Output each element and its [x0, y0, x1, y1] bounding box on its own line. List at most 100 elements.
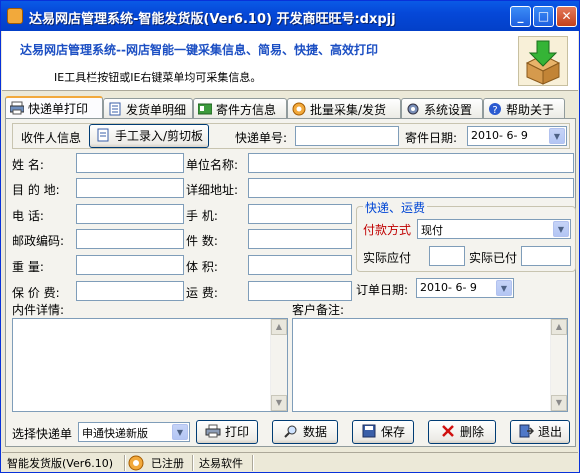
tab-express-print[interactable]: 快递单打印 [5, 96, 103, 118]
delete-button[interactable]: 删除 [428, 420, 496, 444]
freight-input[interactable] [248, 281, 352, 301]
exit-label: 退出 [537, 425, 562, 439]
tab-label: 系统设置 [424, 103, 473, 117]
status-company: 达易软件 [199, 457, 243, 470]
actual-due-label: 实际应付 [363, 251, 412, 265]
tab-label: 批量采集/发货 [310, 103, 387, 117]
ship-date-picker[interactable]: 2010- 6- 9 ▼ [467, 126, 567, 146]
contents-textarea[interactable]: ▲ ▼ [12, 318, 288, 412]
recipient-info-label: 收件人信息 [21, 131, 82, 145]
order-date-value: 2010- 6- 9 [420, 281, 477, 294]
tab-strip: 快递单打印 发货单明细 寄件方信息 批量采集/发货 系统设置 ? 帮助关于 [5, 96, 575, 118]
data-label: 数据 [302, 425, 327, 439]
contents-label: 内件详情: [12, 303, 65, 317]
weight-input[interactable] [76, 255, 184, 275]
chevron-down-icon[interactable]: ▼ [553, 221, 569, 237]
app-icon [7, 8, 23, 24]
tab-label: 寄件方信息 [216, 103, 277, 117]
print-label: 打印 [224, 425, 249, 439]
recipient-toolbar: 收件人信息 手工录入/剪切板 快递单号: 寄件日期: 2010- 6- 9 ▼ [12, 123, 570, 149]
status-version: 智能发货版(Ver6.10) [7, 457, 114, 470]
order-date-picker[interactable]: 2010- 6- 9 ▼ [416, 278, 514, 298]
save-button[interactable]: 保存 [352, 420, 414, 444]
remarks-textarea[interactable]: ▲ ▼ [292, 318, 568, 412]
payment-method-select[interactable]: 现付 ▼ [417, 219, 571, 239]
chevron-down-icon[interactable]: ▼ [172, 424, 188, 440]
save-label: 保存 [380, 425, 405, 439]
courier-select[interactable]: 申通快递新版 ▼ [78, 422, 190, 442]
status-separator [192, 455, 194, 471]
address-label: 详细地址: [186, 183, 239, 197]
tab-system-settings[interactable]: 系统设置 [401, 98, 483, 118]
scroll-up-icon[interactable]: ▲ [551, 319, 567, 335]
tracking-no-input[interactable] [295, 126, 399, 146]
scroll-down-icon[interactable]: ▼ [551, 395, 567, 411]
manual-entry-button[interactable]: 手工录入/剪切板 [89, 124, 209, 148]
data-button[interactable]: 数据 [272, 420, 338, 444]
insured-fee-label: 保 价 费: [12, 286, 60, 300]
remarks-scrollbar[interactable]: ▲ ▼ [550, 319, 567, 411]
tab-sender-info[interactable]: 寄件方信息 [193, 98, 287, 118]
phone-label: 电 话: [12, 209, 44, 223]
minimize-button[interactable]: _ [510, 6, 531, 27]
order-date-label: 订单日期: [356, 283, 409, 297]
scroll-down-icon[interactable]: ▼ [271, 395, 287, 411]
header-subtitle: IE工具栏按钮或IE右键菜单均可采集信息。 [54, 71, 262, 84]
freight-label: 运 费: [186, 286, 218, 300]
tab-help-about[interactable]: ? 帮助关于 [483, 98, 565, 118]
mobile-label: 手 机: [186, 209, 218, 223]
ship-date-label: 寄件日期: [405, 131, 458, 145]
search-icon [284, 425, 297, 438]
chevron-down-icon[interactable]: ▼ [496, 280, 512, 296]
header-title: 达易网店管理系统--网店智能一键采集信息、简易、快捷、高效打印 [20, 43, 378, 57]
tab-label: 发货单明细 [126, 103, 187, 117]
scroll-up-icon[interactable]: ▲ [271, 319, 287, 335]
company-input[interactable] [248, 153, 574, 173]
ship-date-value: 2010- 6- 9 [471, 129, 528, 142]
select-courier-label: 选择快递单 [12, 427, 73, 441]
phone-input[interactable] [76, 204, 184, 224]
courier-value: 申通快递新版 [82, 427, 148, 440]
printer-icon [205, 424, 221, 438]
shipping-group-title: 快递、运费 [363, 199, 428, 216]
exit-button[interactable]: 退出 [510, 420, 570, 444]
tab-delivery-detail[interactable]: 发货单明细 [103, 98, 193, 118]
print-button[interactable]: 打印 [196, 420, 258, 444]
pieces-input[interactable] [248, 229, 352, 249]
svg-text:?: ? [492, 105, 497, 116]
destination-label: 目 的 地: [12, 183, 60, 197]
insured-fee-input[interactable] [76, 281, 184, 301]
company-label: 单位名称: [186, 158, 239, 172]
volume-input[interactable] [248, 255, 352, 275]
title-bar[interactable]: 达易网店管理系统-智能发货版(Ver6.10) 开发商旺旺号:dxpjj _ □… [1, 1, 579, 31]
contents-scrollbar[interactable]: ▲ ▼ [270, 319, 287, 411]
close-button[interactable]: ✕ [556, 6, 577, 27]
status-registered: 已注册 [151, 457, 184, 470]
tracking-no-label: 快递单号: [235, 131, 288, 145]
maximize-button[interactable]: □ [533, 6, 554, 27]
gear-icon [407, 103, 419, 115]
remarks-label: 客户备注: [292, 303, 345, 317]
status-separator [252, 455, 254, 471]
chevron-down-icon[interactable]: ▼ [549, 128, 565, 144]
postcode-label: 邮政编码: [12, 234, 65, 248]
actual-paid-label: 实际已付 [469, 251, 518, 265]
window-title: 达易网店管理系统-智能发货版(Ver6.10) 开发商旺旺号:dxpjj [29, 12, 396, 27]
name-label: 姓 名: [12, 158, 44, 172]
delete-x-icon [442, 425, 454, 437]
header-banner: 达易网店管理系统--网店智能一键采集信息、简易、快捷、高效打印 IE工具栏按钮或… [2, 31, 578, 91]
floppy-icon [362, 424, 376, 438]
postcode-input[interactable] [76, 229, 184, 249]
weight-label: 重 量: [12, 260, 44, 274]
actual-due-input[interactable] [429, 246, 465, 266]
printer-icon [10, 101, 24, 115]
destination-input[interactable] [76, 178, 184, 198]
delete-label: 删除 [459, 425, 484, 439]
mobile-input[interactable] [248, 204, 352, 224]
pieces-label: 件 数: [186, 234, 218, 248]
actual-paid-input[interactable] [521, 246, 571, 266]
tab-batch-collect[interactable]: 批量采集/发货 [287, 98, 401, 118]
contact-card-icon [198, 103, 212, 115]
name-input[interactable] [76, 153, 184, 173]
address-input[interactable] [248, 178, 574, 198]
